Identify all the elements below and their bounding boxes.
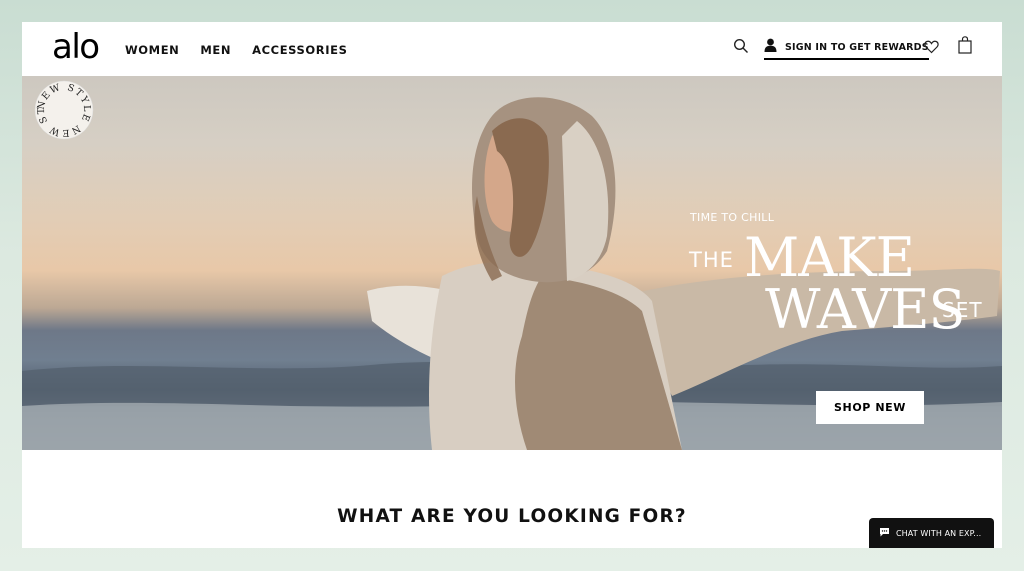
search-icon[interactable]	[733, 38, 749, 54]
nav-item-accessories[interactable]: ACCESSORIES	[252, 43, 347, 57]
user-icon	[764, 38, 777, 57]
sign-in-rewards-link[interactable]: SIGN IN TO GET REWARDS	[764, 38, 929, 60]
new-style-badge: NEW STYLE NEW STYLE	[29, 76, 94, 140]
heart-icon[interactable]	[924, 40, 939, 54]
hero-kicker: TIME TO CHILL	[690, 211, 775, 224]
shopping-bag-icon[interactable]	[958, 36, 972, 54]
section-title: WHAT ARE YOU LOOKING FOR?	[337, 506, 687, 527]
hero-set: SET	[942, 298, 983, 322]
nav-item-women[interactable]: WOMEN	[125, 43, 179, 57]
nav-item-men[interactable]: MEN	[200, 43, 231, 57]
chat-with-expert-button[interactable]: CHAT WITH AN EXP...	[869, 518, 994, 548]
site-header: alo WOMEN MEN ACCESSORIES SIGN IN TO GET…	[22, 22, 1002, 76]
page: alo WOMEN MEN ACCESSORIES SIGN IN TO GET…	[22, 22, 1002, 548]
sign-in-label: SIGN IN TO GET REWARDS	[785, 41, 929, 53]
alo-logo[interactable]: alo	[52, 27, 100, 67]
hero-banner[interactable]: NEW STYLE NEW STYLE TIME TO CHILL THE MA…	[22, 76, 1002, 450]
main-nav: WOMEN MEN ACCESSORIES	[125, 43, 368, 57]
chat-label: CHAT WITH AN EXP...	[896, 528, 982, 538]
shop-new-button[interactable]: SHOP NEW	[816, 391, 924, 424]
hero-headline-waves: WAVES	[765, 278, 966, 341]
hero-the: THE	[689, 248, 734, 272]
chat-icon	[879, 524, 890, 542]
